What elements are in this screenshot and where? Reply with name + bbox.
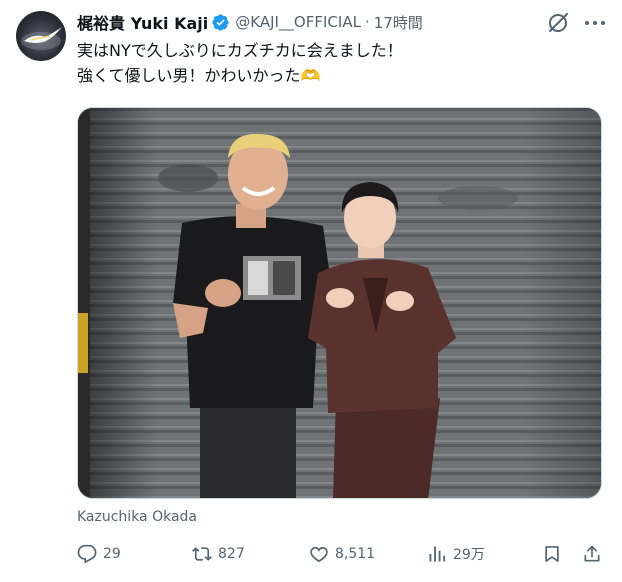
tweet-text-line: 強くて優しい男！かわいかった🫶: [77, 66, 321, 85]
handle[interactable]: @KAJI__OFFICIAL: [235, 13, 361, 31]
retweet-count: 827: [218, 546, 245, 562]
tweet-text-line: 実はNYで久しぶりにカズチカに会えました！: [77, 41, 403, 60]
bookmark-icon: [545, 546, 559, 562]
photo-image: [78, 108, 601, 498]
heart-icon: [310, 546, 328, 563]
grok-button[interactable]: [545, 10, 571, 36]
more-icon: [585, 21, 605, 25]
verified-badge-icon: [212, 13, 229, 31]
tweet-header: 梶裕貴 Yuki Kaji @KAJI__OFFICIAL · 17時間: [77, 10, 423, 34]
tweet-text: 実はNYで久しぶりにカズチカに会えました！ 強くて優しい男！かわいかった🫶: [77, 38, 607, 88]
views-icon: [429, 546, 446, 562]
bookmark-button[interactable]: [542, 541, 562, 567]
timestamp[interactable]: 17時間: [374, 12, 423, 33]
reply-button[interactable]: 29: [77, 541, 121, 567]
tweet-photo[interactable]: [77, 107, 602, 499]
avatar-icon: [21, 27, 62, 50]
like-count: 8,511: [335, 546, 376, 562]
tweet: 梶裕貴 Yuki Kaji @KAJI__OFFICIAL · 17時間 実はN…: [0, 0, 622, 582]
share-button[interactable]: [582, 541, 602, 567]
views-count: 29万: [453, 547, 485, 563]
views-button[interactable]: 29万: [427, 541, 485, 567]
retweet-button[interactable]: 827: [192, 541, 245, 567]
reply-icon: [77, 544, 97, 564]
retweet-icon: [192, 547, 212, 561]
action-bar: 29 827 8,511 29万: [77, 541, 607, 567]
more-button[interactable]: [582, 10, 608, 36]
grok-icon: [549, 13, 568, 32]
like-button[interactable]: 8,511: [309, 541, 375, 567]
reply-count: 29: [103, 546, 121, 562]
tagged-user[interactable]: Kazuchika Okada: [77, 509, 197, 525]
share-icon: [584, 545, 600, 562]
display-name[interactable]: 梶裕貴 Yuki Kaji: [77, 10, 208, 34]
avatar[interactable]: [16, 11, 66, 61]
separator-dot: ·: [364, 13, 370, 31]
